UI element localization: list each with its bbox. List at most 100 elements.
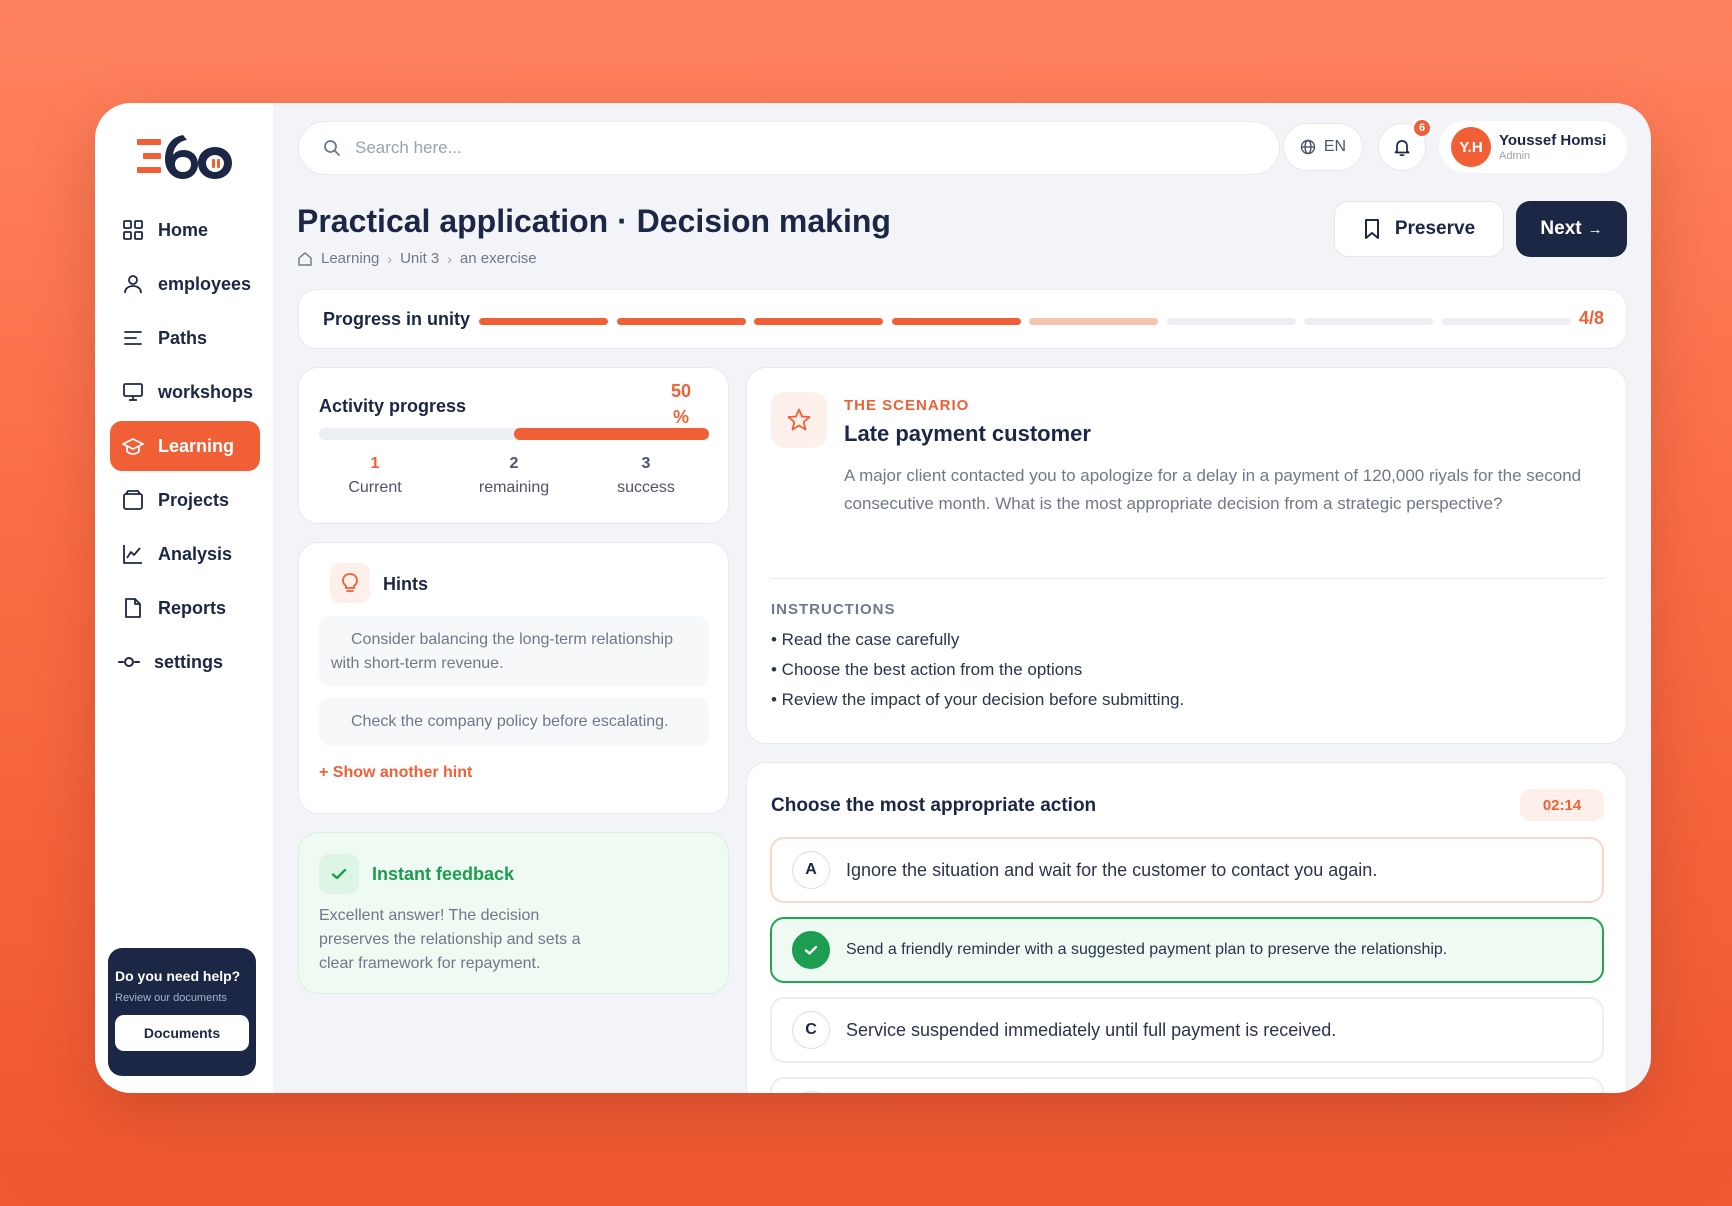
- stat-value: 2: [509, 455, 519, 472]
- sidebar-item-home[interactable]: Home: [110, 205, 260, 255]
- activity-percent: 50 %: [656, 378, 706, 430]
- scenario-card: THE SCENARIO Late payment customer A maj…: [746, 367, 1627, 744]
- sidebar-nav: Home employees Paths workshops Learning …: [110, 205, 260, 691]
- instant-feedback-card: Instant feedback Excellent answer! The d…: [298, 832, 729, 994]
- divider: [771, 578, 1604, 579]
- sidebar-item-settings[interactable]: settings: [110, 637, 260, 687]
- breadcrumb-separator: ›: [447, 250, 452, 267]
- instruction-item: • Choose the best action from the option…: [771, 660, 1083, 679]
- sidebar-item-employees[interactable]: employees: [110, 259, 260, 309]
- user-name: Youssef Homsi: [1499, 132, 1607, 149]
- instruction-item: • Review the impact of your decision bef…: [771, 690, 1185, 709]
- option-letter: A: [792, 851, 830, 889]
- grid-icon: [123, 220, 143, 240]
- sidebar-item-learning[interactable]: Learning: [110, 421, 260, 471]
- instructions-list: • Read the case carefully • Choose the b…: [771, 630, 1184, 720]
- user-role: Admin: [1499, 150, 1531, 162]
- sidebar-item-reports[interactable]: Reports: [110, 583, 260, 633]
- option-text: Service suspended immediately until full…: [846, 1019, 1337, 1040]
- bell-icon: [1394, 140, 1410, 157]
- star-icon: [771, 392, 827, 448]
- preserve-label: Preserve: [1394, 218, 1476, 239]
- user-menu[interactable]: Y.H Youssef Homsi Admin: [1439, 121, 1627, 173]
- monitor-icon: [123, 383, 143, 401]
- notifications-button[interactable]: 6: [1378, 118, 1432, 171]
- activity-title: Activity progress: [319, 396, 467, 416]
- option-letter: C: [792, 1011, 830, 1049]
- scenario-kicker: THE SCENARIO: [844, 397, 970, 414]
- activity-percent-unit: %: [672, 407, 689, 427]
- check-icon: [319, 854, 359, 894]
- breadcrumb-item[interactable]: Unit 3: [400, 250, 439, 267]
- stat-current: 1 Current: [320, 455, 430, 497]
- sidebar-item-label: workshops: [158, 381, 254, 402]
- show-another-hint-link[interactable]: + Show another hint: [319, 764, 472, 782]
- sidebar-item-paths[interactable]: Paths: [110, 313, 260, 363]
- graduation-cap-icon: [122, 438, 144, 455]
- sidebar-item-projects[interactable]: Projects: [110, 475, 260, 525]
- stat-label: Current: [348, 479, 402, 496]
- option-letter: [792, 1091, 830, 1093]
- activity-percent-value: 50: [670, 381, 692, 401]
- breadcrumb: Learning › Unit 3 › an exercise: [297, 250, 537, 267]
- option-text: Send a friendly reminder with a suggeste…: [846, 941, 1448, 958]
- language-switcher[interactable]: EN: [1283, 123, 1363, 171]
- home-icon: [298, 251, 312, 266]
- option-b-selected[interactable]: Send a friendly reminder with a suggeste…: [770, 917, 1604, 983]
- unity-progress: Progress in unity 4/8: [298, 289, 1627, 349]
- option-a[interactable]: A Ignore the situation and wait for the …: [770, 837, 1604, 903]
- lightbulb-icon: [330, 563, 370, 603]
- feedback-title: Instant feedback: [372, 864, 515, 884]
- scenario-title: Late payment customer: [844, 421, 1091, 446]
- document-icon: [125, 598, 141, 618]
- hints-title: Hints: [383, 574, 428, 594]
- unity-progress-segment: [1029, 318, 1158, 325]
- sidebar-item-label: employees: [158, 273, 252, 294]
- stat-success: 3 success: [591, 455, 701, 497]
- sidebar-item-label: Reports: [158, 597, 227, 618]
- sidebar-item-label: settings: [154, 651, 224, 672]
- sidebar-item-label: Home: [158, 219, 209, 240]
- stat-label: remaining: [478, 479, 550, 496]
- user-icon: [124, 275, 142, 294]
- unity-progress-segment: [1166, 318, 1296, 325]
- stat-value: 3: [641, 455, 651, 472]
- sidebar-item-label: Projects: [158, 489, 230, 510]
- sidebar-item-label: Analysis: [158, 543, 233, 564]
- unity-progress-segment: [891, 318, 1021, 325]
- scenario-body: A major client contacted you to apologiz…: [844, 466, 1582, 513]
- timer-badge: 02:14: [1520, 789, 1604, 821]
- sidebar: Home employees Paths workshops Learning …: [95, 103, 273, 1093]
- option-d-partial[interactable]: [770, 1077, 1604, 1093]
- activity-progress-bar: [319, 428, 709, 440]
- logo-360[interactable]: [135, 129, 235, 185]
- unity-progress-label: Progress in unity: [323, 309, 471, 329]
- hint-item: Consider balancing the long-term relatio…: [319, 616, 709, 686]
- breadcrumb-item[interactable]: Learning: [321, 250, 379, 267]
- notification-count-badge: 6: [1412, 118, 1432, 138]
- preserve-button[interactable]: Preserve: [1334, 201, 1504, 257]
- page-title: Practical application · Decision making: [297, 203, 891, 239]
- question-card: Choose the most appropriate action 02:14…: [746, 762, 1627, 1093]
- next-button[interactable]: Next →: [1516, 201, 1627, 257]
- question-title: Choose the most appropriate action: [771, 795, 1097, 816]
- sidebar-item-analysis[interactable]: Analysis: [110, 529, 260, 579]
- bookmark-icon: [1364, 219, 1379, 239]
- option-c[interactable]: C Service suspended immediately until fu…: [770, 997, 1604, 1063]
- help-subtitle: Review our documents: [115, 992, 227, 1004]
- language-label: EN: [1323, 138, 1347, 155]
- settings-icon: [118, 657, 140, 667]
- documents-button[interactable]: Documents: [115, 1015, 249, 1051]
- sidebar-item-workshops[interactable]: workshops: [110, 367, 260, 417]
- arrow-right-icon: →: [1587, 220, 1603, 238]
- search-icon: [324, 140, 340, 156]
- unity-progress-segment: [479, 318, 608, 325]
- app-window: Home employees Paths workshops Learning …: [95, 103, 1651, 1093]
- breadcrumb-item: an exercise: [459, 250, 537, 267]
- box-icon: [123, 490, 143, 510]
- stat-label: success: [617, 479, 675, 496]
- search-input[interactable]: [355, 138, 1155, 158]
- stat-remaining: 2 remaining: [459, 455, 569, 497]
- hints-card: Hints Consider balancing the long-term r…: [298, 542, 729, 814]
- lines-icon: [124, 331, 142, 345]
